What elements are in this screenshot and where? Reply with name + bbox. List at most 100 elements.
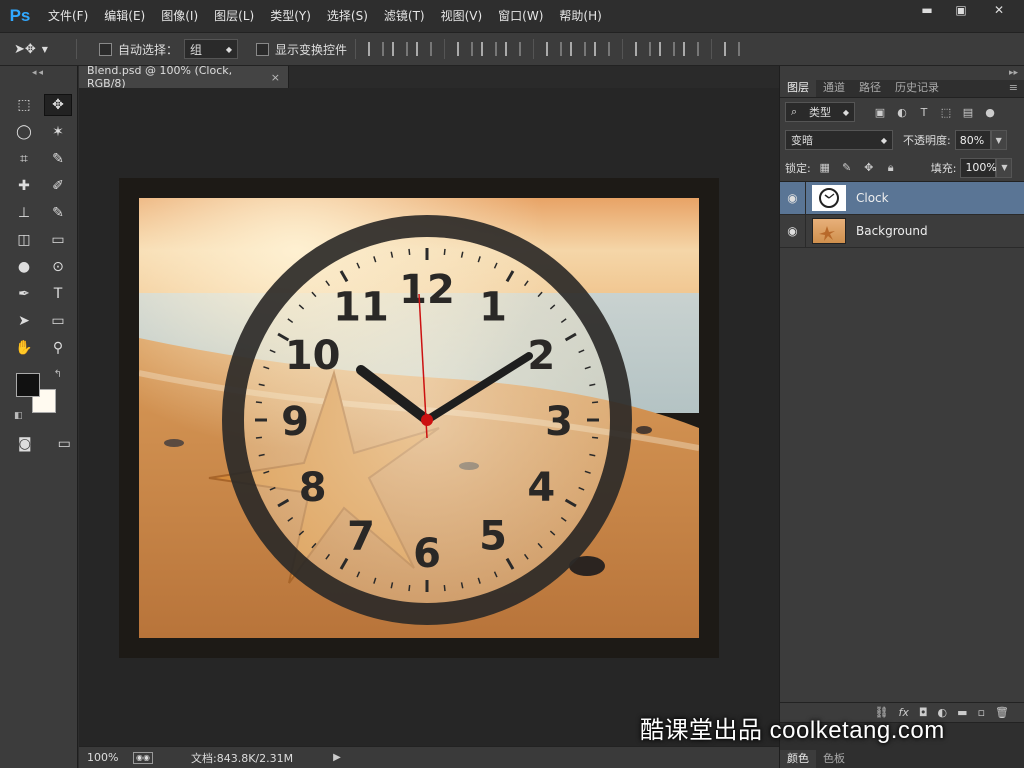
tab-history[interactable]: 历史记录: [888, 79, 946, 97]
proof-icon[interactable]: ◉◉: [133, 751, 153, 764]
opacity-dropdown-icon[interactable]: ▼: [990, 130, 1007, 150]
stamp-icon[interactable]: ⊥: [10, 202, 38, 224]
crop-icon[interactable]: ⌗: [10, 148, 38, 170]
opacity-field[interactable]: 80%: [954, 130, 991, 150]
divider: [355, 39, 357, 59]
foreground-color-swatch[interactable]: [16, 373, 40, 397]
align-vcenter-icon[interactable]: [392, 42, 409, 56]
distribute-bottom-icon[interactable]: [594, 42, 611, 56]
visibility-eye-icon[interactable]: ◉: [780, 181, 806, 215]
default-colors-icon[interactable]: ◧: [14, 411, 23, 421]
hand-icon[interactable]: ✋: [10, 337, 38, 359]
collapse-arrows-icon[interactable]: ◂◂: [0, 66, 77, 80]
show-transform-label: 显示变换控件: [275, 42, 348, 57]
marquee-icon[interactable]: ⬚: [10, 94, 38, 116]
screen-mode-icon[interactable]: ▭: [52, 433, 78, 455]
trash-icon[interactable]: 🗑︎: [995, 706, 1009, 719]
new-layer-icon[interactable]: ▫: [978, 706, 985, 719]
swap-colors-icon[interactable]: ↰: [54, 369, 62, 380]
align-bottom-icon[interactable]: [416, 42, 433, 56]
type-filter-icon[interactable]: T: [917, 106, 931, 119]
type-icon[interactable]: T: [44, 283, 72, 305]
canvas-area[interactable]: 12 1 2 3 4 5 6 7 8 9 10 11: [79, 88, 779, 746]
distribute-top-icon[interactable]: [546, 42, 563, 56]
maximize-button[interactable]: ▣: [944, 0, 978, 20]
auto-select-checkbox[interactable]: 自动选择：: [99, 41, 178, 58]
tab-swatches[interactable]: 色板: [816, 750, 852, 768]
menu-window[interactable]: 窗口(W): [490, 0, 551, 32]
collapse-arrows-icon[interactable]: ▸▸: [1009, 68, 1018, 78]
menu-image[interactable]: 图像(I): [153, 0, 206, 32]
distribute-hcenter-icon[interactable]: [659, 42, 676, 56]
status-menu-arrow-icon[interactable]: ▶: [333, 752, 341, 763]
layer-row-clock[interactable]: ◉ Clock: [780, 181, 1024, 215]
lock-position-icon[interactable]: ✥: [861, 161, 877, 174]
menu-select[interactable]: 选择(S): [319, 0, 376, 32]
distribute-left-icon[interactable]: [635, 42, 652, 56]
zoom-level[interactable]: 100%: [79, 751, 123, 764]
healing-icon[interactable]: ✚: [10, 175, 38, 197]
minimize-button[interactable]: ▬: [910, 0, 944, 20]
brush-icon[interactable]: ✐: [44, 175, 72, 197]
new-group-icon[interactable]: ▬: [957, 706, 967, 719]
menu-view[interactable]: 视图(V): [433, 0, 491, 32]
magic-wand-icon[interactable]: ✶: [44, 121, 72, 143]
dodge-icon[interactable]: ⊙: [44, 256, 72, 278]
zoom-icon[interactable]: ⚲: [44, 337, 72, 359]
path-select-icon[interactable]: ➤: [10, 310, 38, 332]
align-left-icon[interactable]: [457, 42, 474, 56]
quick-mask-icon[interactable]: ◙: [12, 433, 38, 455]
close-tab-icon[interactable]: ×: [271, 71, 280, 84]
tab-channels[interactable]: 通道: [816, 79, 852, 97]
document-tab[interactable]: Blend.psd @ 100% (Clock, RGB/8) ×: [79, 64, 289, 90]
lock-transparent-icon[interactable]: ▦: [817, 161, 833, 174]
tab-paths[interactable]: 路径: [852, 79, 888, 97]
eraser-icon[interactable]: ◫: [10, 229, 38, 251]
smart-object-filter-icon[interactable]: ▤: [961, 106, 975, 119]
lock-all-icon[interactable]: 🔒︎: [883, 161, 899, 175]
distribute-right-icon[interactable]: [683, 42, 700, 56]
distribute-vcenter-icon[interactable]: [570, 42, 587, 56]
filter-toggle-icon[interactable]: ●: [983, 106, 997, 119]
blur-icon[interactable]: ●: [10, 256, 38, 278]
menu-type[interactable]: 类型(Y): [262, 0, 319, 32]
fill-dropdown-icon[interactable]: ▼: [996, 157, 1013, 178]
layer-name[interactable]: Background: [856, 224, 928, 238]
tab-layers[interactable]: 图层: [780, 79, 816, 97]
menu-edit[interactable]: 编辑(E): [96, 0, 153, 32]
auto-select-target-dropdown[interactable]: 组 ◆: [184, 39, 239, 59]
auto-align-icon[interactable]: [724, 42, 741, 56]
move-icon[interactable]: ✥: [44, 94, 72, 116]
layer-name[interactable]: Clock: [856, 191, 889, 205]
pixel-filter-icon[interactable]: ▣: [873, 106, 887, 119]
gradient-icon[interactable]: ▭: [44, 229, 72, 251]
pen-icon[interactable]: ✒: [10, 283, 38, 305]
filter-kind-dropdown[interactable]: ⌕ 类型 ◆: [785, 102, 855, 122]
history-brush-icon[interactable]: ✎: [44, 202, 72, 224]
menu-file[interactable]: 文件(F): [40, 0, 96, 32]
fill-field[interactable]: 100%: [960, 157, 997, 178]
rectangle-icon[interactable]: ▭: [44, 310, 72, 332]
document-canvas[interactable]: 12 1 2 3 4 5 6 7 8 9 10 11: [119, 178, 719, 658]
tool-preset-picker[interactable]: ➤✥ ▼: [14, 36, 68, 62]
align-hcenter-icon[interactable]: [481, 42, 498, 56]
show-transform-checkbox[interactable]: 显示变换控件: [256, 41, 347, 58]
panel-collapse-bar[interactable]: ▸▸: [780, 66, 1024, 80]
tab-color[interactable]: 颜色: [780, 750, 816, 768]
menu-help[interactable]: 帮助(H): [551, 0, 609, 32]
blend-mode-dropdown[interactable]: 变暗 ◆: [785, 130, 893, 150]
lasso-icon[interactable]: ◯: [10, 121, 38, 143]
menu-layer[interactable]: 图层(L): [206, 0, 262, 32]
layer-row-background[interactable]: ◉ Background: [780, 214, 1024, 248]
align-top-icon[interactable]: [368, 42, 385, 56]
menu-filter[interactable]: 滤镜(T): [376, 0, 433, 32]
shape-filter-icon[interactable]: ⬚: [939, 106, 953, 119]
eyedropper-icon[interactable]: ✎: [44, 148, 72, 170]
divider: [711, 39, 713, 59]
align-right-icon[interactable]: [505, 42, 522, 56]
lock-pixels-icon[interactable]: ✎: [839, 161, 855, 174]
adjustment-filter-icon[interactable]: ◐: [895, 106, 909, 119]
visibility-eye-icon[interactable]: ◉: [780, 214, 806, 248]
panel-menu-icon[interactable]: ≡: [1009, 79, 1024, 97]
close-button[interactable]: ✕: [978, 0, 1020, 20]
